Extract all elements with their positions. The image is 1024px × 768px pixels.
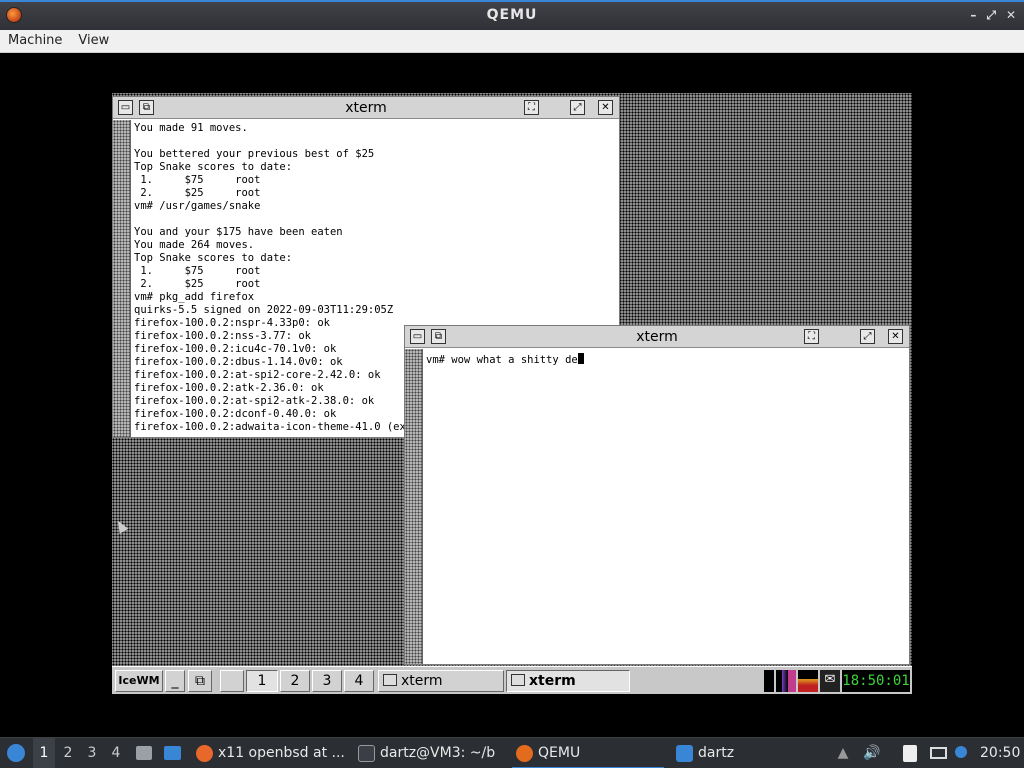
fullscreen-icon[interactable]: ⛶: [524, 100, 539, 115]
terminal-line: vm# /usr/games/snake: [134, 200, 261, 212]
terminal-line: 1. $75 root: [134, 174, 261, 186]
task-xterm-1[interactable]: xterm: [378, 670, 504, 692]
xterm-titlebar[interactable]: ▭ ⧉ xterm ⛶ ⤢ ✕: [405, 326, 909, 348]
file-manager-icon[interactable]: [134, 738, 154, 768]
display-icon[interactable]: [928, 738, 948, 768]
terminal-line: 2. $25 root: [134, 187, 261, 199]
terminal-line: You made 91 moves.: [134, 122, 248, 134]
workspace-1[interactable]: 1: [246, 670, 278, 692]
host-task-label: dartz@VM3: ~/b: [380, 745, 496, 761]
guest-clock[interactable]: 18:50:01: [842, 670, 910, 692]
network-icon[interactable]: [953, 738, 969, 768]
terminal-icon: [383, 674, 397, 686]
maximize-button[interactable]: ⤢: [986, 8, 996, 23]
host-task-label: x11 openbsd at ...: [218, 745, 345, 761]
workspace-3[interactable]: 3: [312, 670, 342, 692]
terminal-line: vm# pkg_add firefox: [134, 291, 255, 303]
terminal-line: 2. $25 root: [134, 278, 261, 290]
close-icon[interactable]: ✕: [598, 100, 613, 115]
menu-machine[interactable]: Machine: [0, 30, 70, 52]
workspace-4[interactable]: 4: [344, 670, 374, 692]
close-button[interactable]: ✕: [1006, 8, 1016, 23]
host-clock[interactable]: 20:50: [980, 738, 1020, 768]
qemu-titlebar: QEMU – ⤢ ✕: [0, 0, 1024, 30]
host-task-qemu[interactable]: QEMU: [512, 738, 664, 768]
terminal-line: You and your $175 have been eaten: [134, 226, 343, 238]
terminal-icon: [511, 674, 525, 686]
host-panel: 1 2 3 4 x11 openbsd at ... dartz@VM3: ~/…: [0, 737, 1024, 768]
xterm-title: xterm: [636, 329, 678, 345]
xterm-title: xterm: [345, 100, 387, 116]
qemu-window-title: QEMU: [486, 7, 538, 23]
fullscreen-icon[interactable]: ⛶: [804, 329, 819, 344]
text-cursor: [577, 353, 584, 364]
app-menu-icon[interactable]: [4, 738, 28, 768]
window-list-icon[interactable]: ⧉: [188, 670, 212, 692]
terminal-line: 1. $75 root: [134, 265, 261, 277]
task-label: xterm: [529, 673, 576, 689]
tray-up-icon[interactable]: ▲: [834, 738, 852, 768]
task-label: xterm: [401, 673, 443, 689]
maximize-icon[interactable]: ⤢: [570, 100, 585, 115]
host-task-terminal[interactable]: dartz@VM3: ~/b: [354, 738, 504, 768]
xterm-scrollbar[interactable]: [113, 120, 131, 437]
host-workspace-3[interactable]: 3: [81, 738, 103, 768]
host-task-label: QEMU: [538, 745, 581, 761]
terminal-line: quirks-5.5 signed on 2022-09-03T11:29:05…: [134, 304, 394, 316]
terminal-line: Top Snake scores to date:: [134, 161, 293, 173]
mem-monitor: [798, 670, 818, 692]
terminal-line: You made 264 moves.: [134, 239, 255, 251]
minimize-button[interactable]: –: [970, 8, 976, 23]
net-monitor: [776, 670, 796, 692]
host-task-dartz-folder[interactable]: dartz: [672, 738, 792, 768]
show-desktop-icon[interactable]: _: [165, 670, 185, 692]
task-xterm-2-active[interactable]: xterm: [506, 670, 630, 692]
terminal-input[interactable]: vm# wow what a shitty de: [426, 353, 907, 662]
show-desktop-icon[interactable]: [162, 738, 182, 768]
clipboard-icon[interactable]: [900, 738, 920, 768]
firefox-icon: [196, 745, 213, 762]
workspace-2[interactable]: 2: [280, 670, 310, 692]
qemu-menubar: Machine View: [0, 30, 1024, 53]
maximize-icon[interactable]: ⤢: [860, 329, 875, 344]
host-workspace-2[interactable]: 2: [57, 738, 79, 768]
host-workspace-4[interactable]: 4: [105, 738, 127, 768]
spacer: [220, 670, 244, 692]
qemu-icon: [516, 745, 533, 762]
host-workspace-1[interactable]: 1: [33, 738, 55, 768]
terminal-line: Top Snake scores to date:: [134, 252, 293, 264]
menu-view[interactable]: View: [70, 30, 117, 52]
folder-icon: [676, 745, 693, 762]
terminal-icon: [358, 745, 375, 762]
xterm-titlebar[interactable]: ▭ ⧉ xterm ⛶ ⤢ ✕: [113, 97, 619, 119]
icewm-taskbar: IceWM _ ⧉ 1 2 3 4 xterm xterm ✉ 18:50:01: [112, 666, 912, 694]
cpu-monitor: [764, 670, 774, 692]
mail-icon[interactable]: ✉: [820, 670, 840, 692]
icewm-start-button[interactable]: IceWM: [115, 670, 163, 692]
xterm-scrollbar[interactable]: [405, 349, 423, 664]
terminal-line: You bettered your previous best of $25: [134, 148, 375, 160]
close-icon[interactable]: ✕: [888, 329, 903, 344]
host-task-firefox[interactable]: x11 openbsd at ...: [192, 738, 348, 768]
prompt-line: vm# wow what a shitty de: [426, 354, 578, 366]
host-task-label: dartz: [698, 745, 735, 761]
xterm-window-front[interactable]: ▭ ⧉ xterm ⛶ ⤢ ✕ vm# wow what a shitty de: [404, 325, 910, 665]
volume-icon[interactable]: 🔊: [862, 738, 882, 768]
guest-desktop[interactable]: ▭ ⧉ xterm ⛶ ⤢ ✕ You made 91 moves. You b…: [112, 93, 912, 694]
